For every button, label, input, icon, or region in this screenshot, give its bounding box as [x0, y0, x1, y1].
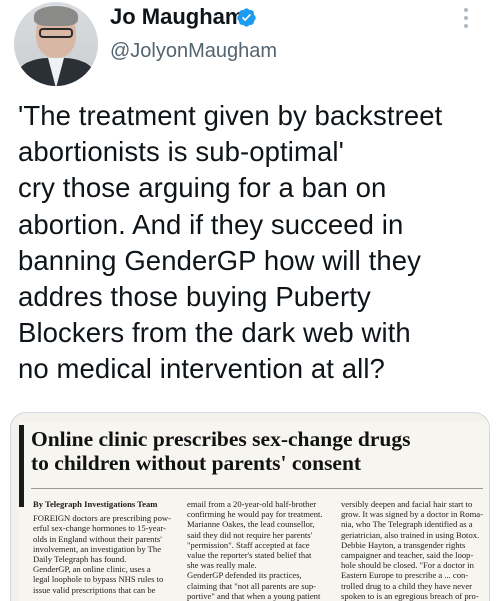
column-line: GenderGP, an online clinic, uses a — [33, 564, 151, 575]
column-line: geriatrician, also trained in using Boto… — [341, 529, 480, 540]
tweet-text-line: abortion. And if they succeed in — [18, 208, 404, 240]
clipping-column-1: By Telegraph Investigations Team FOREIGN… — [33, 499, 181, 595]
tweet-text-line: addres those buying Puberty — [18, 281, 371, 313]
column-line: Debbie Hayton, a transgender rights — [341, 539, 466, 550]
column-line: value the reporter's stated belief that — [187, 550, 312, 561]
column-line: "permission". Staff accepted at face — [187, 539, 310, 550]
tweet-text-line: no medical intervention at all? — [18, 353, 385, 385]
author-name[interactable]: Jo Maugham — [110, 4, 244, 30]
headline-line: to children without parents' consent — [31, 451, 362, 475]
column-line: spoken to is an egregious breach of pro- — [341, 590, 479, 601]
column-line: legal loophole to bypass NHS rules to — [33, 574, 164, 585]
tweet-text-line: abortionists is sub-optimal' — [18, 136, 344, 168]
column-line: confirming he would pay for treatment. — [187, 509, 323, 520]
avatar-glasses — [39, 28, 73, 38]
tweet-header: Jo Maugham @JolyonMaugham — [0, 0, 498, 88]
clipping-headline: Online clinic prescribes sex-change drug… — [31, 427, 489, 475]
column-line: Marianne Oakes, the lead counsellor, — [187, 519, 315, 530]
clipping-column-3: versibly deepen and facial hair start to… — [341, 499, 489, 601]
avatar-hair — [34, 6, 78, 26]
column-line: said they did not require her parents' — [187, 529, 313, 540]
tweet-media[interactable]: Online clinic prescribes sex-change drug… — [10, 412, 490, 601]
column-line: hole should be closed. "For a doctor in — [341, 560, 474, 571]
column-line: issue valid prescriptions that can be — [33, 584, 156, 595]
column-line: Eastern Europe to prescribe a ... con- — [341, 570, 469, 581]
clipping-body: By Telegraph Investigations Team FOREIGN… — [33, 499, 489, 601]
column-line: olds in England without their parents' — [33, 533, 162, 544]
tweet-text: 'The treatment given by backstreet abort… — [18, 98, 488, 388]
column-line: campaigner and teacher, said the loop- — [341, 550, 474, 561]
column-line: involvement, an investigation by The — [33, 543, 162, 554]
column-line: portive" and that when a young patient — [187, 590, 321, 601]
column-line: GenderGP defended its practices, — [187, 570, 302, 581]
column-line: grow. It was signed by a doctor in Roma- — [341, 509, 483, 520]
column-line: erful sex-change hormones to 15-year- — [33, 523, 166, 534]
column-line: versibly deepen and facial hair start to — [341, 499, 473, 509]
clipping-divider — [31, 488, 483, 489]
column-line: FOREIGN doctors are prescribing pow- — [33, 513, 171, 524]
tweet-text-line: banning GenderGP how will they — [18, 244, 422, 276]
newspaper-clipping: Online clinic prescribes sex-change drug… — [19, 421, 489, 601]
tweet-text-line: 'The treatment given by backstreet — [18, 100, 443, 131]
clipping-accent-bar — [19, 425, 24, 507]
column-line: nia, who The Telegraph identified as a — [341, 519, 473, 530]
column-line: claiming that "not all parents are sup- — [187, 580, 317, 591]
author-handle[interactable]: @JolyonMaugham — [110, 40, 277, 63]
headline-line: Online clinic prescribes sex-change drug… — [31, 427, 411, 451]
column-line: email from a 20-year-old half-brother — [187, 499, 317, 509]
tweet-text-line: cry those arguing for a ban on — [18, 172, 387, 204]
column-line: trolled drug to a child they have never — [341, 580, 473, 591]
tweet-text-line: Blockers from the dark web with — [18, 317, 411, 349]
clipping-column-2: email from a 20-year-old half-brother co… — [187, 499, 335, 601]
verified-badge-icon — [237, 8, 256, 27]
column-line: By Telegraph Investigations Team — [33, 499, 158, 509]
more-options-icon[interactable] — [456, 8, 476, 34]
avatar[interactable] — [14, 2, 98, 86]
column-line: Daily Telegraph has found. — [33, 554, 127, 565]
column-line: she was really male. — [187, 560, 257, 571]
